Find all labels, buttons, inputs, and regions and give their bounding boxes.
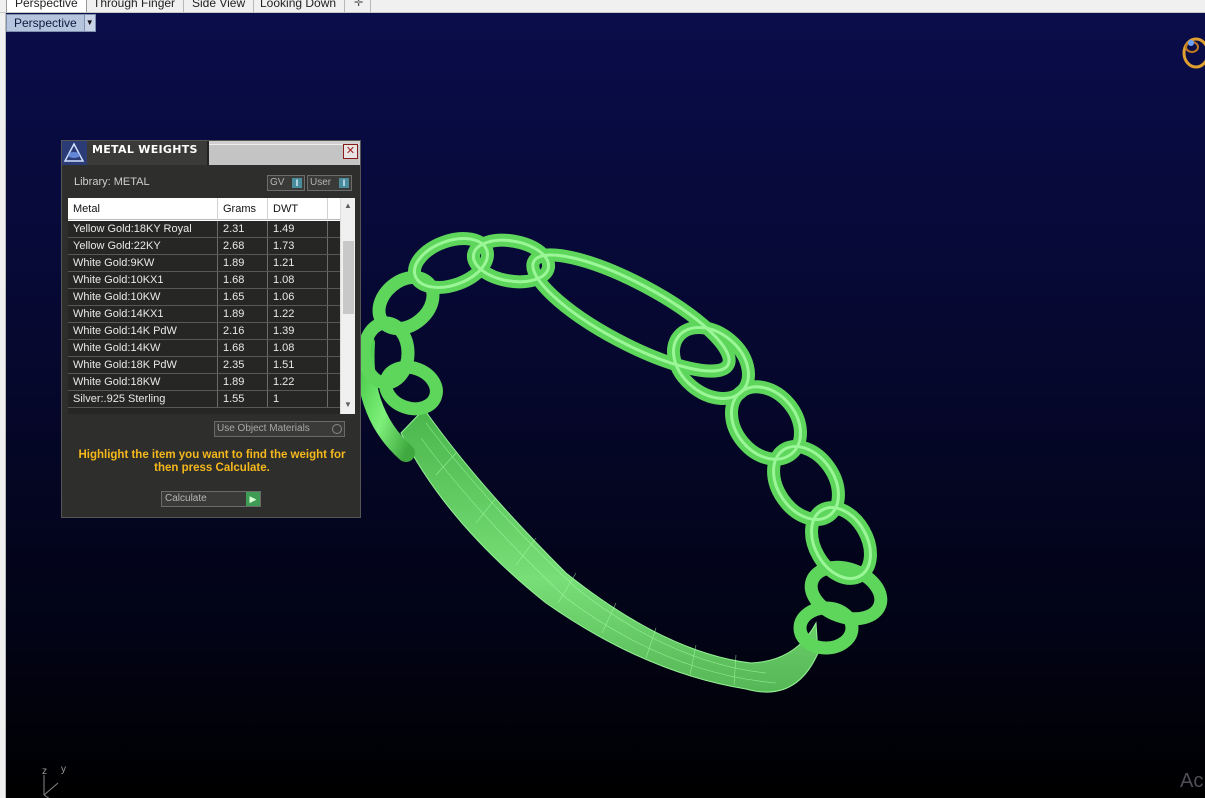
cell-dwt: 1.08 xyxy=(268,340,328,356)
table-body: Yellow Gold:18KY Royal 2.31 1.49 Yellow Gol… xyxy=(68,221,340,414)
cell-dwt: 1.06 xyxy=(268,289,328,305)
table-row[interactable]: White Gold:18K PdW 2.35 1.51 xyxy=(68,357,340,374)
cell-metal: White Gold:18KW xyxy=(68,374,218,390)
table-scrollbar[interactable]: ▲ ▼ xyxy=(340,198,355,414)
table-row[interactable]: Yellow Gold:22KY 2.68 1.73 xyxy=(68,238,340,255)
metal-weights-panel: METAL WEIGHTS ✕ Library: METAL GV I User… xyxy=(61,140,361,518)
cell-dwt: 1.22 xyxy=(268,306,328,322)
close-icon: ✕ xyxy=(345,145,356,157)
user-toggle[interactable]: User I xyxy=(307,175,352,191)
table-row[interactable]: Silver:.925 Sterling 1.55 1 xyxy=(68,391,340,408)
gv-toggle[interactable]: GV I xyxy=(267,175,305,191)
user-indicator-icon: I xyxy=(339,178,349,188)
use-object-materials-toggle[interactable]: Use Object Materials xyxy=(214,421,345,437)
viewport-tab-bar: Perspective Through Finger Side View Loo… xyxy=(0,0,1205,13)
cell-metal: White Gold:14KW xyxy=(68,340,218,356)
table-row[interactable]: White Gold:14K PdW 2.16 1.39 xyxy=(68,323,340,340)
metal-table[interactable]: Metal Grams DWT Yellow Gold:18KY Royal 2.… xyxy=(68,198,355,414)
cell-grams: 1.68 xyxy=(218,340,268,356)
table-row[interactable]: White Gold:14KX1 1.89 1.22 xyxy=(68,306,340,323)
titlebar-fill xyxy=(209,144,359,165)
scroll-up-icon[interactable]: ▲ xyxy=(341,199,355,213)
tab-side-view[interactable]: Side View xyxy=(184,0,255,12)
cell-grams: 1.89 xyxy=(218,306,268,322)
rhino-workspace: Perspective Through Finger Side View Loo… xyxy=(0,0,1205,798)
cell-metal: Silver:.925 Sterling xyxy=(68,391,218,407)
play-icon: ▶ xyxy=(246,492,260,506)
cell-grams: 2.68 xyxy=(218,238,268,254)
axis-y-label: y xyxy=(61,764,66,775)
col-metal[interactable]: Metal xyxy=(68,198,218,220)
user-label: User xyxy=(310,177,332,188)
table-row[interactable]: White Gold:9KW 1.89 1.21 xyxy=(68,255,340,272)
gv-indicator-icon: I xyxy=(292,178,302,188)
cell-dwt: 1.08 xyxy=(268,272,328,288)
cell-metal: White Gold:18K PdW xyxy=(68,357,218,373)
panel-title: METAL WEIGHTS xyxy=(92,143,198,156)
calculate-label: Calculate xyxy=(165,493,207,504)
cell-dwt: 1.21 xyxy=(268,255,328,271)
scroll-thumb[interactable] xyxy=(343,241,354,314)
calculate-button[interactable]: Calculate ▶ xyxy=(161,491,261,507)
close-button[interactable]: ✕ xyxy=(343,144,358,159)
library-label: Library: METAL xyxy=(74,176,150,188)
table-row[interactable]: White Gold:14KW 1.68 1.08 xyxy=(68,340,340,357)
plate-wireframe xyxy=(420,422,777,686)
ring-thumbnail-icon xyxy=(1182,37,1205,69)
cell-dwt: 1.39 xyxy=(268,323,328,339)
cell-grams: 1.55 xyxy=(218,391,268,407)
cell-metal: White Gold:14KX1 xyxy=(68,306,218,322)
activation-watermark: Ac xyxy=(1180,770,1204,792)
cell-metal: Yellow Gold:18KY Royal xyxy=(68,221,218,237)
plus-icon: ✛ xyxy=(354,0,364,9)
cell-grams: 1.89 xyxy=(218,374,268,390)
cell-dwt: 1.49 xyxy=(268,221,328,237)
cell-grams: 2.35 xyxy=(218,357,268,373)
panel-title-tab: METAL WEIGHTS xyxy=(87,141,209,165)
scroll-down-icon[interactable]: ▼ xyxy=(341,398,355,412)
cell-metal: White Gold:10KX1 xyxy=(68,272,218,288)
cell-dwt: 1 xyxy=(268,391,328,407)
tab-perspective[interactable]: Perspective xyxy=(6,0,87,12)
col-dwt[interactable]: DWT xyxy=(268,198,328,220)
tab-looking-down[interactable]: Looking Down xyxy=(252,0,346,12)
axis-z-label: z xyxy=(42,766,47,777)
table-row[interactable]: White Gold:10KW 1.65 1.06 xyxy=(68,289,340,306)
cell-grams: 1.68 xyxy=(218,272,268,288)
cell-metal: White Gold:14K PdW xyxy=(68,323,218,339)
table-row[interactable]: White Gold:18KW 1.89 1.22 xyxy=(68,374,340,391)
table-row[interactable]: White Gold:10KX1 1.68 1.08 xyxy=(68,272,340,289)
add-tab-button[interactable]: ✛ xyxy=(347,0,372,12)
tab-through-finger[interactable]: Through Finger xyxy=(85,0,185,12)
cell-metal: White Gold:10KW xyxy=(68,289,218,305)
cell-dwt: 1.22 xyxy=(268,374,328,390)
cell-dwt: 1.73 xyxy=(268,238,328,254)
radio-icon xyxy=(332,424,342,434)
table-header: Metal Grams DWT xyxy=(68,198,340,220)
app-logo-icon xyxy=(62,141,87,165)
cell-metal: White Gold:9KW xyxy=(68,255,218,271)
cell-grams: 2.16 xyxy=(218,323,268,339)
cell-grams: 1.65 xyxy=(218,289,268,305)
table-row[interactable]: Yellow Gold:18KY Royal 2.31 1.49 xyxy=(68,221,340,238)
gv-label: GV xyxy=(270,177,285,188)
panel-titlebar[interactable]: METAL WEIGHTS ✕ xyxy=(62,141,360,165)
cell-grams: 1.89 xyxy=(218,255,268,271)
instruction-text: Highlight the item you want to find the … xyxy=(78,449,346,474)
col-grams[interactable]: Grams xyxy=(218,198,268,220)
cell-grams: 2.31 xyxy=(218,221,268,237)
cell-metal: Yellow Gold:22KY xyxy=(68,238,218,254)
use-object-materials-label: Use Object Materials xyxy=(217,423,310,434)
cell-dwt: 1.51 xyxy=(268,357,328,373)
